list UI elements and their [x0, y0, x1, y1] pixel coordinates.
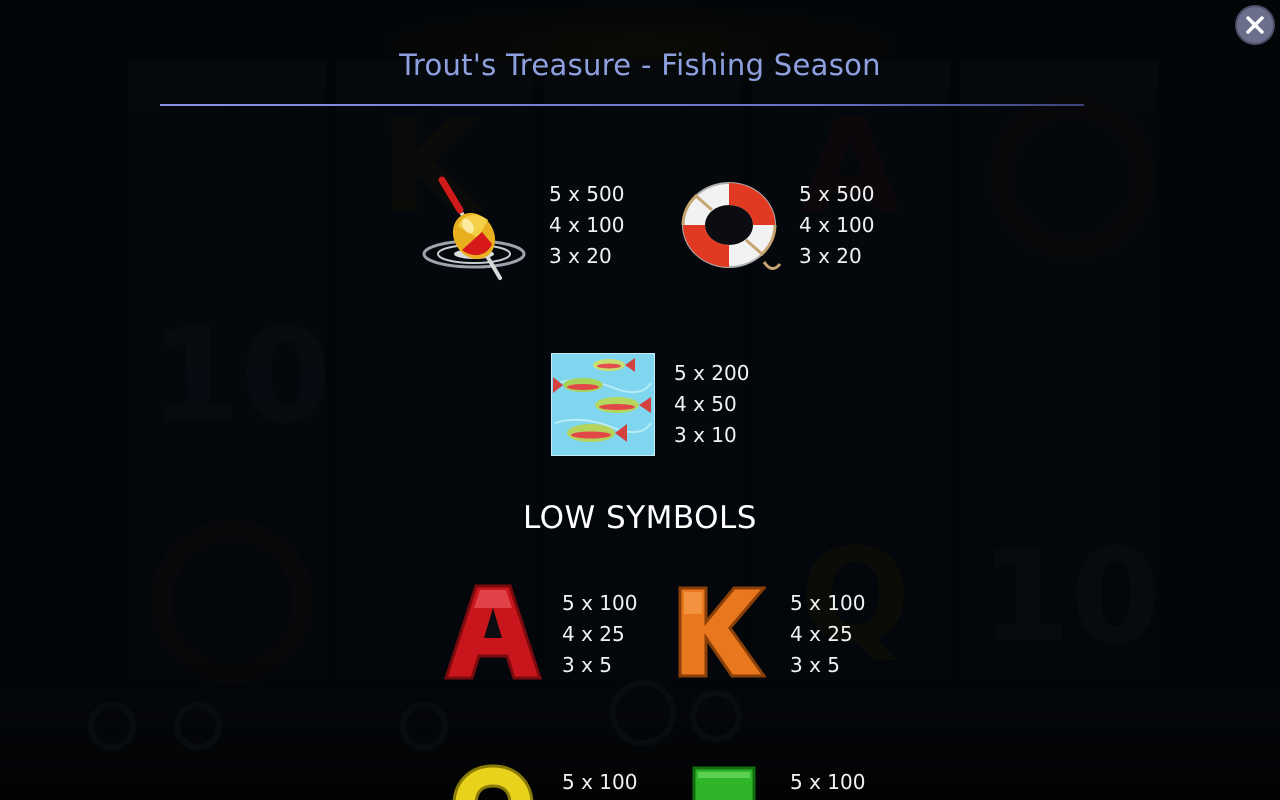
pay-value: 5 x 100 [562, 770, 638, 794]
pay-value: 4 x 100 [799, 213, 875, 237]
low-symbols-heading: LOW SYMBOLS [522, 500, 757, 536]
pay-value: 4 x 100 [549, 213, 625, 237]
lifebuoy-icon [681, 182, 782, 270]
letter-j-icon [692, 766, 756, 800]
pay-value: 3 x 5 [790, 653, 840, 677]
pay-list: 5 x 500 4 x 100 3 x 20 [549, 179, 624, 272]
title-divider [160, 104, 1084, 106]
pay-value: 4 x 25 [790, 622, 853, 646]
paytable-title: Trout's Treasure - Fishing Season [399, 48, 881, 82]
pay-value: 5 x 100 [790, 591, 866, 615]
pay-list: 5 x 500 4 x 100 3 x 20 [799, 179, 874, 272]
pay-list: 5 x 200 4 x 50 3 x 10 [674, 358, 749, 451]
pay-value: 3 x 20 [799, 244, 862, 268]
pay-value: 4 x 50 [674, 392, 737, 416]
pay-value: 5 x 500 [799, 182, 875, 206]
pay-value: 5 x 100 [790, 770, 866, 794]
pay-value: 5 x 500 [549, 182, 625, 206]
pay-list: 5 x 100 4 x 25 3 x 5 [790, 588, 865, 681]
pay-list: 5 x 100 [562, 767, 637, 798]
letter-q-icon [452, 764, 534, 800]
pay-value: 4 x 25 [562, 622, 625, 646]
paytable-panel: Trout's Treasure - Fishing Season 5 x 50… [0, 0, 1280, 800]
close-icon [1246, 16, 1264, 34]
pay-list: 5 x 100 4 x 25 3 x 5 [562, 588, 637, 681]
pay-list: 5 x 100 [790, 767, 865, 798]
letter-k-icon [678, 586, 766, 678]
fishing-float-icon [422, 176, 526, 280]
close-button[interactable] [1237, 7, 1273, 43]
pay-value: 3 x 10 [674, 423, 737, 447]
pay-value: 3 x 5 [562, 653, 612, 677]
pay-value: 5 x 200 [674, 361, 750, 385]
pay-value: 3 x 20 [549, 244, 612, 268]
letter-a-icon [443, 584, 543, 680]
trout-fish-icon [551, 353, 655, 456]
pay-value: 5 x 100 [562, 591, 638, 615]
